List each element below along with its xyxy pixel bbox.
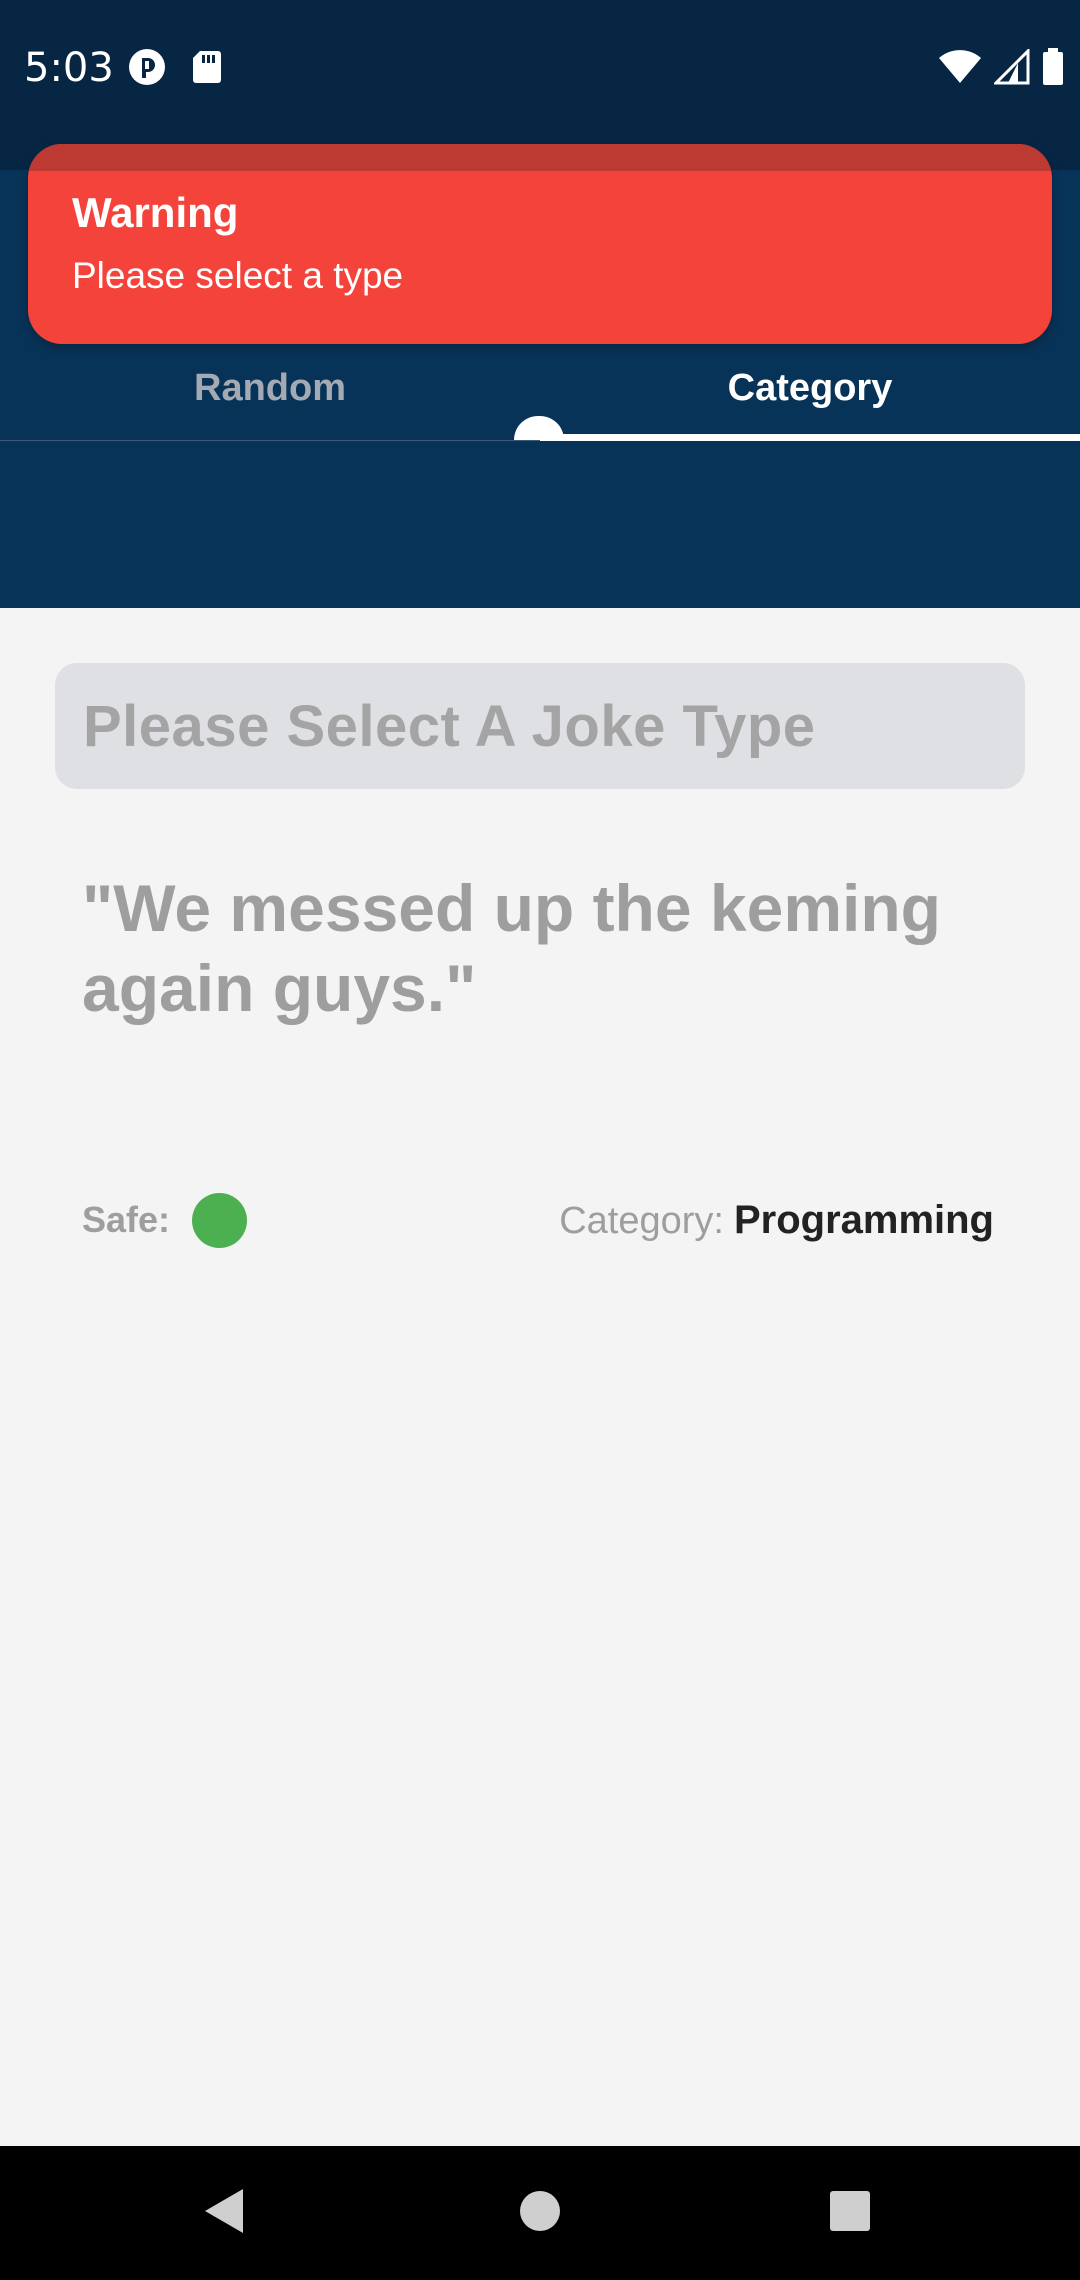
- tab-random[interactable]: Random: [0, 336, 540, 440]
- navigation-bar: [0, 2146, 1080, 2280]
- joke-text: "We messed up the keming again guys.": [82, 871, 941, 1025]
- toast-shade: [28, 144, 1052, 171]
- tab-category[interactable]: Category: [540, 336, 1080, 441]
- joke-type-select[interactable]: Please Select A Joke Type: [55, 663, 1025, 789]
- recents-button[interactable]: [790, 2146, 910, 2280]
- cellular-signal-icon: [992, 47, 1030, 90]
- safe-status-indicator: [192, 1193, 247, 1248]
- back-icon: [203, 2187, 247, 2240]
- battery-icon: [1042, 48, 1064, 91]
- status-icons-right: [938, 47, 1064, 91]
- category-row: Category: Programming: [559, 1196, 994, 1245]
- back-button[interactable]: [165, 2146, 285, 2280]
- tab-random-label: Random: [194, 366, 346, 409]
- app-notification-icon: [128, 48, 166, 91]
- warning-toast[interactable]: Warning Please select a type: [28, 144, 1052, 344]
- sd-card-icon: [192, 49, 222, 90]
- category-label: Category:: [559, 1200, 724, 1242]
- home-button[interactable]: [480, 2146, 600, 2280]
- joke-type-placeholder: Please Select A Joke Type: [83, 693, 816, 759]
- safe-label: Safe:: [82, 1199, 171, 1240]
- recents-icon: [829, 2190, 871, 2237]
- status-icons-left: [128, 48, 222, 91]
- category-value: Programming: [733, 1198, 994, 1242]
- toast-title: Warning: [72, 189, 239, 236]
- status-time: 5:03: [24, 45, 114, 91]
- wifi-icon: [938, 49, 982, 90]
- toast-message: Please select a type: [72, 255, 404, 296]
- tab-category-label: Category: [727, 366, 893, 409]
- home-icon: [519, 2190, 561, 2237]
